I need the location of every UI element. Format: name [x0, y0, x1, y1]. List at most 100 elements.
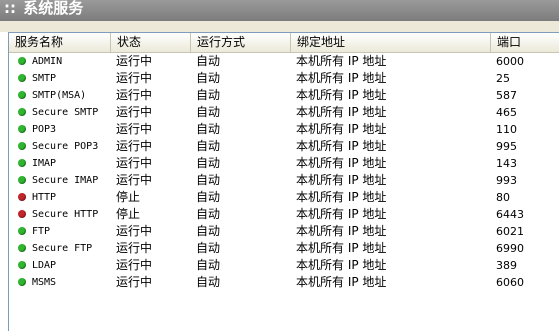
table-row[interactable]: Secure POP3 运行中 自动 本机所有 IP 地址 995: [9, 138, 559, 155]
service-port: 587: [496, 89, 517, 102]
service-name: SMTP: [32, 73, 57, 84]
service-state: 运行中: [116, 105, 153, 119]
service-port: 995: [496, 140, 517, 153]
service-port: 25: [496, 72, 510, 85]
service-name: Secure FTP: [32, 243, 93, 254]
service-run-mode: 自动: [196, 224, 221, 238]
service-port: 389: [496, 259, 517, 272]
service-name: ADMIN: [32, 56, 63, 67]
service-bind-address: 本机所有 IP 地址: [296, 224, 387, 238]
service-name: MSMS: [32, 277, 57, 288]
service-state: 运行中: [116, 173, 153, 187]
table-row[interactable]: SMTP(MSA) 运行中 自动 本机所有 IP 地址 587: [9, 87, 559, 104]
green-status-icon: [18, 125, 26, 133]
services-list-view[interactable]: 服务名称 状态 运行方式 绑定地址 端口 ADMIN 运行中 自动 本机所有 IP 地…: [8, 32, 559, 331]
service-bind-address: 本机所有 IP 地址: [296, 71, 387, 85]
table-row[interactable]: POP3 运行中 自动 本机所有 IP 地址 110: [9, 121, 559, 138]
green-status-icon: [18, 108, 26, 116]
table-row[interactable]: HTTP 停止 自动 本机所有 IP 地址 80: [9, 189, 559, 206]
green-status-icon: [18, 57, 26, 65]
service-run-mode: 自动: [196, 139, 221, 153]
service-run-mode: 自动: [196, 88, 221, 102]
green-status-icon: [18, 74, 26, 82]
service-port: 993: [496, 174, 517, 187]
table-row[interactable]: IMAP 运行中 自动 本机所有 IP 地址 143: [9, 155, 559, 172]
list-rows: ADMIN 运行中 自动 本机所有 IP 地址 6000 SMTP 运行中 自动 本机所有 IP…: [9, 53, 559, 291]
service-port: 80: [496, 191, 510, 204]
service-name: Secure SMTP: [32, 107, 99, 118]
green-status-icon: [18, 227, 26, 235]
table-row[interactable]: Secure SMTP 运行中 自动 本机所有 IP 地址 465: [9, 104, 559, 121]
service-port: 6443: [496, 208, 524, 221]
service-port: 110: [496, 123, 517, 136]
green-status-icon: [18, 261, 26, 269]
service-bind-address: 本机所有 IP 地址: [296, 122, 387, 136]
service-name: Secure IMAP: [32, 175, 99, 186]
service-run-mode: 自动: [196, 207, 221, 221]
service-bind-address: 本机所有 IP 地址: [296, 173, 387, 187]
green-status-icon: [18, 142, 26, 150]
service-run-mode: 自动: [196, 258, 221, 272]
service-bind-address: 本机所有 IP 地址: [296, 54, 387, 68]
service-run-mode: 自动: [196, 71, 221, 85]
service-name: POP3: [32, 124, 57, 135]
service-bind-address: 本机所有 IP 地址: [296, 139, 387, 153]
table-row[interactable]: FTP 运行中 自动 本机所有 IP 地址 6021: [9, 223, 559, 240]
green-status-icon: [18, 278, 26, 286]
service-state: 运行中: [116, 122, 153, 136]
service-port: 6000: [496, 55, 524, 68]
service-port: 143: [496, 157, 517, 170]
green-status-icon: [18, 159, 26, 167]
service-bind-address: 本机所有 IP 地址: [296, 190, 387, 204]
service-name: IMAP: [32, 158, 57, 169]
column-header-bind-address[interactable]: 绑定地址: [291, 33, 491, 52]
service-name: LDAP: [32, 260, 57, 271]
table-row[interactable]: Secure HTTP 停止 自动 本机所有 IP 地址 6443: [9, 206, 559, 223]
service-state: 运行中: [116, 54, 153, 68]
green-status-icon: [18, 176, 26, 184]
service-name: Secure HTTP: [32, 209, 99, 220]
list-header: 服务名称 状态 运行方式 绑定地址 端口: [9, 33, 559, 53]
service-run-mode: 自动: [196, 122, 221, 136]
column-header-state[interactable]: 状态: [111, 33, 191, 52]
title-prefix: ::: [4, 0, 16, 17]
service-name: Secure POP3: [32, 141, 99, 152]
red-status-icon: [18, 210, 26, 218]
window-title: 系统服务: [23, 0, 84, 17]
service-port: 6060: [496, 276, 524, 289]
service-port: 6021: [496, 225, 524, 238]
service-state: 运行中: [116, 139, 153, 153]
service-bind-address: 本机所有 IP 地址: [296, 88, 387, 102]
table-row[interactable]: LDAP 运行中 自动 本机所有 IP 地址 389: [9, 257, 559, 274]
service-name: HTTP: [32, 192, 57, 203]
service-name: SMTP(MSA): [32, 90, 87, 101]
service-bind-address: 本机所有 IP 地址: [296, 275, 387, 289]
table-row[interactable]: ADMIN 运行中 自动 本机所有 IP 地址 6000: [9, 53, 559, 70]
title-gap: [0, 21, 559, 32]
table-row[interactable]: Secure IMAP 运行中 自动 本机所有 IP 地址 993: [9, 172, 559, 189]
service-run-mode: 自动: [196, 156, 221, 170]
service-run-mode: 自动: [196, 54, 221, 68]
table-row[interactable]: Secure FTP 运行中 自动 本机所有 IP 地址 6990: [9, 240, 559, 257]
service-state: 运行中: [116, 241, 153, 255]
window-title-bar: :: 系统服务: [0, 0, 559, 21]
service-run-mode: 自动: [196, 173, 221, 187]
service-bind-address: 本机所有 IP 地址: [296, 207, 387, 221]
service-state: 运行中: [116, 275, 153, 289]
service-run-mode: 自动: [196, 275, 221, 289]
column-header-port[interactable]: 端口: [491, 33, 559, 52]
service-state: 停止: [116, 190, 141, 204]
service-bind-address: 本机所有 IP 地址: [296, 241, 387, 255]
service-port: 6990: [496, 242, 524, 255]
green-status-icon: [18, 244, 26, 252]
service-run-mode: 自动: [196, 105, 221, 119]
column-header-name[interactable]: 服务名称: [9, 33, 111, 52]
service-state: 运行中: [116, 88, 153, 102]
table-row[interactable]: MSMS 运行中 自动 本机所有 IP 地址 6060: [9, 274, 559, 291]
service-bind-address: 本机所有 IP 地址: [296, 105, 387, 119]
column-header-mode[interactable]: 运行方式: [191, 33, 291, 52]
table-row[interactable]: SMTP 运行中 自动 本机所有 IP 地址 25: [9, 70, 559, 87]
service-run-mode: 自动: [196, 190, 221, 204]
service-state: 运行中: [116, 71, 153, 85]
service-port: 465: [496, 106, 517, 119]
